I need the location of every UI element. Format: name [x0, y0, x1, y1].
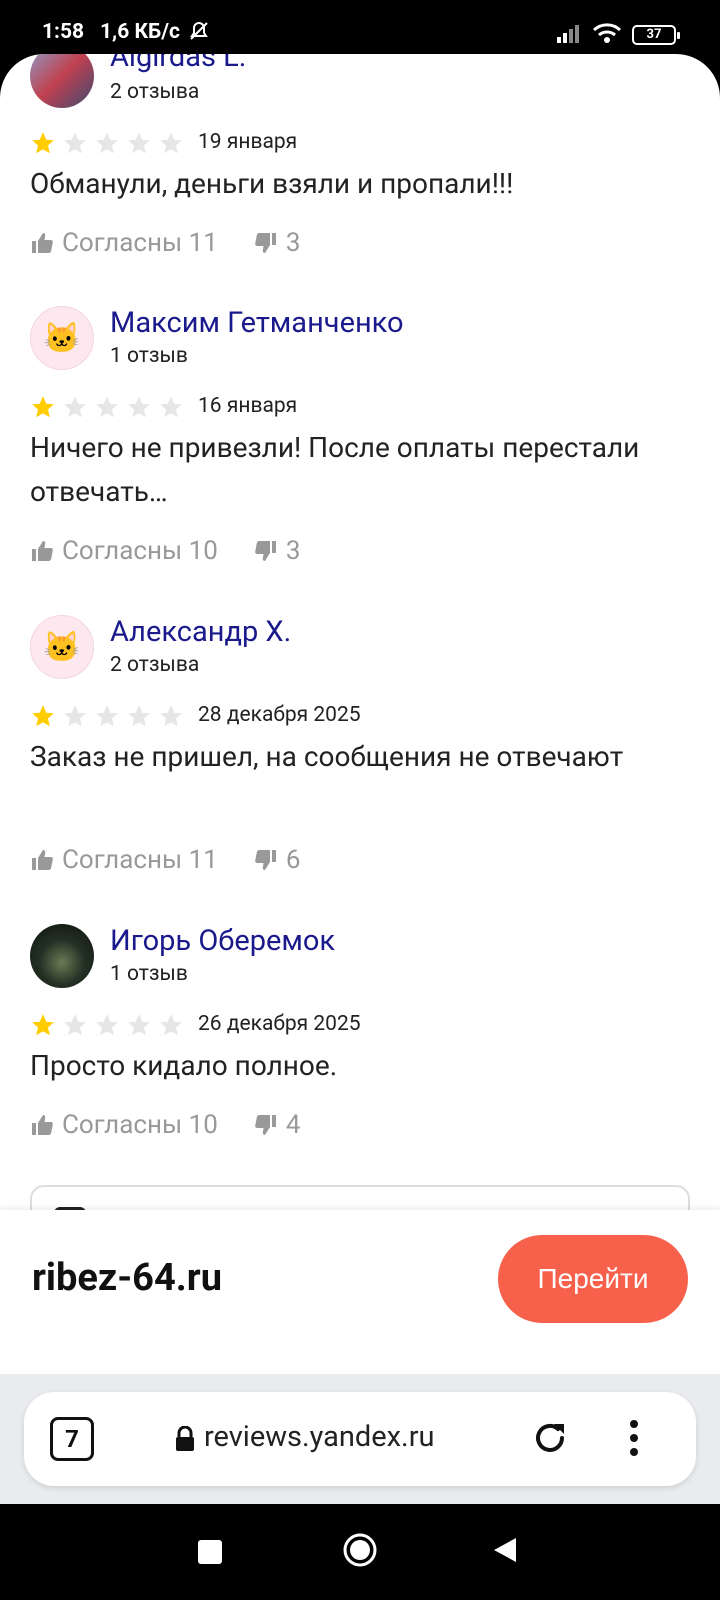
review-text: Ничего не привезли! После оплаты переста…	[30, 431, 640, 508]
wifi-icon	[592, 22, 622, 48]
agree-label[interactable]: Согласны	[62, 1110, 182, 1140]
thumbs-down-icon[interactable]	[254, 539, 278, 563]
review-votes: Согласны 10 3	[30, 536, 300, 566]
site-name: ribez-64.ru	[32, 1256, 222, 1300]
review-card: 🐱 Александр Х. 2 отзыва 28 декабря 2025 …	[30, 615, 690, 895]
star-empty-icon	[128, 132, 150, 154]
status-time: 1:58	[42, 20, 85, 44]
reload-icon[interactable]	[528, 1416, 572, 1464]
rating-stars	[30, 1012, 184, 1038]
star-empty-icon	[160, 705, 182, 727]
review-count: 2 отзыва	[110, 653, 200, 677]
thumbs-down-icon[interactable]	[254, 848, 278, 872]
agree-count: 11	[188, 845, 218, 875]
star-filled-icon	[32, 1014, 54, 1036]
review-date: 19 января	[198, 130, 298, 154]
star-filled-icon	[32, 132, 54, 154]
tabs-button[interactable]: 7	[50, 1417, 94, 1461]
cat-avatar-icon[interactable]: 🐱	[30, 306, 94, 370]
avatar[interactable]	[30, 54, 94, 108]
rating-stars	[30, 130, 184, 156]
url-text[interactable]: reviews.yandex.ru	[204, 1420, 435, 1454]
site-bar: ribez-64.ru Перейти	[0, 1210, 720, 1374]
avatar[interactable]	[30, 924, 94, 988]
battery-icon: 37	[632, 25, 680, 45]
review-author[interactable]: Algirdas L.	[110, 54, 246, 74]
review-votes: Согласны 10 4	[30, 1110, 300, 1140]
system-nav-bar	[0, 1504, 720, 1600]
disagree-count: 3	[285, 536, 301, 566]
review-votes: Согласны 11 3	[30, 228, 300, 258]
review-votes: Согласны 11 6	[30, 845, 300, 875]
star-empty-icon	[64, 705, 86, 727]
status-bar: 1:58 1,6 КБ/с 37	[0, 0, 720, 62]
star-empty-icon	[160, 396, 182, 418]
star-empty-icon	[96, 396, 118, 418]
signal-icon	[556, 23, 582, 47]
back-button[interactable]	[492, 1536, 518, 1568]
recents-button[interactable]	[198, 1540, 222, 1564]
review-card: 🐱 Максим Гетманченко 1 отзыв 16 января Н…	[30, 306, 690, 586]
agree-label[interactable]: Согласны	[62, 845, 182, 875]
star-empty-icon	[64, 132, 86, 154]
rating-stars	[30, 703, 184, 729]
review-text: Обманули, деньги взяли и пропали!!!	[30, 167, 514, 200]
star-empty-icon	[160, 132, 182, 154]
star-empty-icon	[128, 705, 150, 727]
address-bar[interactable]: 7 reviews.yandex.ru	[24, 1392, 696, 1486]
star-empty-icon	[96, 1014, 118, 1036]
agree-label[interactable]: Согласны	[62, 228, 182, 258]
thumbs-up-icon[interactable]	[30, 231, 54, 255]
thumbs-down-icon[interactable]	[254, 1113, 278, 1137]
star-empty-icon	[160, 1014, 182, 1036]
review-date: 16 января	[198, 394, 298, 418]
thumbs-down-icon[interactable]	[254, 231, 278, 255]
star-empty-icon	[128, 396, 150, 418]
star-filled-icon	[32, 396, 54, 418]
thumbs-up-icon[interactable]	[30, 848, 54, 872]
review-text: Просто кидало полное.	[30, 1049, 338, 1082]
lock-icon	[174, 1425, 196, 1456]
star-empty-icon	[96, 132, 118, 154]
thumbs-up-icon[interactable]	[30, 539, 54, 563]
review-count: 1 отзыв	[110, 962, 188, 986]
cat-avatar-icon[interactable]: 🐱	[30, 615, 94, 679]
browser-toolbar: 7 reviews.yandex.ru	[0, 1374, 720, 1504]
review-author[interactable]: Александр Х.	[110, 615, 291, 649]
star-empty-icon	[64, 1014, 86, 1036]
star-empty-icon	[128, 1014, 150, 1036]
disagree-count: 6	[285, 845, 301, 875]
review-author[interactable]: Максим Гетманченко	[110, 306, 404, 340]
network-speed: 1,6 КБ/с	[100, 20, 180, 44]
mute-icon	[188, 20, 210, 46]
agree-count: 10	[188, 1110, 218, 1140]
star-filled-icon	[32, 705, 54, 727]
star-empty-icon	[96, 705, 118, 727]
rating-stars	[30, 394, 184, 420]
disagree-count: 3	[285, 228, 301, 258]
agree-count: 10	[188, 536, 218, 566]
more-menu-icon[interactable]	[624, 1416, 644, 1464]
thumbs-up-icon[interactable]	[30, 1113, 54, 1137]
go-button[interactable]: Перейти	[498, 1235, 688, 1323]
agree-label[interactable]: Согласны	[62, 536, 182, 566]
reviews-sheet: Algirdas L. 2 отзыва 19 января Обманули,…	[0, 54, 720, 1234]
home-button[interactable]	[342, 1532, 378, 1572]
review-card: Игорь Оберемок 1 отзыв 26 декабря 2025 П…	[30, 924, 690, 1164]
review-card: Algirdas L. 2 отзыва 19 января Обманули,…	[30, 54, 690, 284]
agree-count: 11	[188, 228, 218, 258]
review-date: 26 декабря 2025	[198, 1012, 361, 1036]
review-author[interactable]: Игорь Оберемок	[110, 924, 335, 958]
review-count: 2 отзыва	[110, 80, 200, 104]
review-count: 1 отзыв	[110, 344, 188, 368]
review-text: Заказ не пришел, на сообщения не отвечаю…	[30, 740, 624, 773]
star-empty-icon	[64, 396, 86, 418]
review-date: 28 декабря 2025	[198, 703, 361, 727]
disagree-count: 4	[285, 1110, 301, 1140]
